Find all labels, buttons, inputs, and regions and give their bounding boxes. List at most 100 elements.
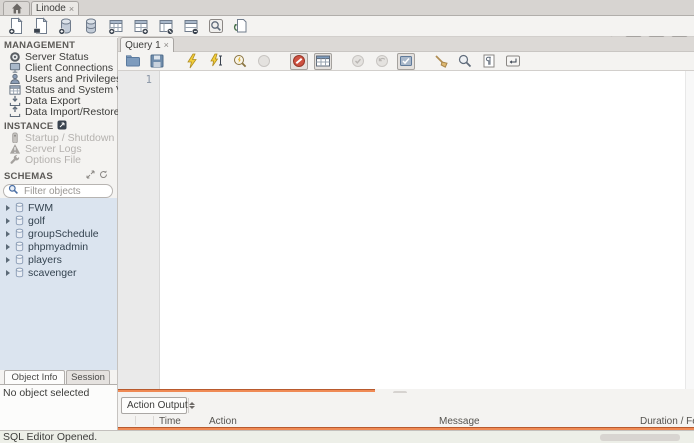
sidebar-item-label: Options File (25, 154, 82, 165)
sidebar-item-options-file[interactable]: Options File (0, 154, 118, 165)
schema-label: scavenger (28, 266, 77, 279)
schema-row-scavenger[interactable]: scavenger (0, 266, 117, 279)
schema-row-phpmyadmin[interactable]: phpmyadmin (0, 240, 117, 253)
import-arrow-icon (8, 106, 21, 117)
line-number-gutter: 1 (118, 71, 160, 389)
database-icon[interactable] (82, 17, 100, 35)
new-table-icon[interactable] (107, 17, 125, 35)
expander-arrow-icon[interactable] (6, 217, 10, 224)
schema-row-groupschedule[interactable]: groupSchedule (0, 227, 117, 240)
sidebar-item-label: Data Export (25, 95, 81, 106)
expander-arrow-icon[interactable] (6, 243, 10, 250)
schema-cylinder-icon (13, 253, 25, 266)
schema-row-fwm[interactable]: FWM (0, 201, 117, 214)
sidebar-item-server-status[interactable]: Server Status (0, 51, 118, 62)
toggle-autocommit-icon[interactable] (397, 52, 415, 70)
wrap-text-icon[interactable] (504, 53, 522, 70)
home-tab[interactable] (3, 1, 30, 15)
status-text: SQL Editor Opened. (3, 431, 98, 443)
rollback-icon[interactable] (373, 53, 391, 70)
limit-rows-icon[interactable] (314, 52, 332, 70)
spinner-arrows-icon[interactable] (187, 398, 195, 413)
toggle-stop-on-error-icon[interactable] (290, 52, 308, 70)
sidebar-item-server-logs[interactable]: Server Logs (0, 143, 118, 154)
execute-current-icon[interactable] (207, 53, 225, 70)
refresh-icon[interactable] (99, 170, 108, 182)
object-info-message: No object selected (3, 387, 90, 399)
column-header-action: Action (209, 416, 237, 427)
open-sql-script-icon[interactable] (32, 17, 50, 35)
sidebar-item-data-export[interactable]: Data Export (0, 95, 118, 106)
sidebar-item-startup-shutdown[interactable]: Startup / Shutdown (0, 132, 118, 143)
output-table-header: Time Action Message Duration / Fetch (118, 416, 694, 427)
save-icon[interactable] (148, 53, 166, 70)
sidebar-item-label: Users and Privileges (25, 73, 118, 84)
schema-filter[interactable] (3, 184, 113, 198)
new-procedure-icon[interactable] (157, 17, 175, 35)
search-table-data-icon[interactable] (207, 17, 225, 35)
management-list: Server Status Client Connections Users a… (0, 51, 118, 117)
explain-plan-icon[interactable] (231, 53, 249, 70)
new-query-tab-icon[interactable] (7, 17, 25, 35)
tab-label: Session (71, 372, 105, 383)
schema-cylinder-icon (13, 201, 25, 214)
sidebar-item-label: Data Import/Restore (25, 106, 118, 117)
expander-arrow-icon[interactable] (6, 204, 10, 211)
query-tab-label: Query 1 (125, 39, 161, 51)
sidebar-item-label: Client Connections (25, 62, 114, 73)
schema-label: FWM (28, 201, 54, 214)
sidebar-item-data-import[interactable]: Data Import/Restore (0, 106, 118, 117)
sidebar-item-users-privileges[interactable]: Users and Privileges (0, 73, 118, 84)
tab-object-info[interactable]: Object Info (4, 370, 65, 384)
sql-editor-toolbar (118, 52, 694, 71)
connection-tab-close-icon[interactable]: × (69, 4, 74, 14)
open-file-icon[interactable] (124, 53, 142, 70)
editor-vertical-scrollbar[interactable] (685, 71, 694, 389)
schema-label: groupSchedule (28, 227, 99, 240)
user-icon (8, 73, 21, 84)
column-header-message: Message (439, 416, 480, 427)
instance-list: Startup / Shutdown Server Logs Options F… (0, 132, 118, 165)
connection-tab[interactable]: Linode × (31, 1, 79, 15)
sidebar-item-status-system-variables[interactable]: Status and System Variables (0, 84, 118, 95)
commit-icon[interactable] (349, 53, 367, 70)
new-schema-icon[interactable] (57, 17, 75, 35)
power-icon (8, 132, 21, 143)
expander-arrow-icon[interactable] (6, 269, 10, 276)
expander-arrow-icon[interactable] (6, 256, 10, 263)
line-number: 1 (145, 74, 152, 86)
schema-filter-input[interactable] (22, 184, 106, 198)
window-tab-bar: Linode × (0, 0, 694, 16)
schema-row-golf[interactable]: golf (0, 214, 117, 227)
special-chars-icon[interactable] (480, 53, 498, 70)
stop-icon[interactable] (255, 53, 273, 70)
beautify-icon[interactable] (432, 53, 450, 70)
expander-arrow-icon[interactable] (6, 230, 10, 237)
column-separator (153, 416, 154, 425)
new-view-icon[interactable] (132, 17, 150, 35)
output-selector[interactable]: Action Output (121, 397, 195, 414)
schema-label: players (28, 253, 62, 266)
sql-editor-area[interactable]: 1 (118, 71, 694, 389)
execute-all-icon[interactable] (183, 53, 201, 70)
reconnect-dbms-icon[interactable] (232, 17, 250, 35)
find-icon[interactable] (456, 53, 474, 70)
tab-query-1[interactable]: Query 1 × (120, 37, 174, 52)
schema-cylinder-icon (13, 214, 25, 227)
horizontal-scrollbar-thumb[interactable] (600, 434, 680, 441)
expand-arrows-icon[interactable] (86, 170, 95, 182)
query-tab-close-icon[interactable]: × (164, 40, 169, 50)
management-header-label: MANAGEMENT (4, 40, 76, 51)
schemas-section-header: SCHEMAS (4, 170, 114, 182)
management-section-header: MANAGEMENT (4, 40, 75, 51)
sidebar-item-label: Server Logs (25, 143, 82, 154)
sidebar-item-label: Server Status (25, 51, 89, 62)
tab-session[interactable]: Session (66, 370, 110, 384)
schema-row-players[interactable]: players (0, 253, 117, 266)
column-header-time: Time (159, 416, 181, 427)
sidebar-item-client-connections[interactable]: Client Connections (0, 62, 118, 73)
schema-cylinder-icon (13, 266, 25, 279)
new-function-icon[interactable] (182, 17, 200, 35)
column-separator (135, 416, 136, 425)
splitter-highlight (118, 389, 375, 392)
